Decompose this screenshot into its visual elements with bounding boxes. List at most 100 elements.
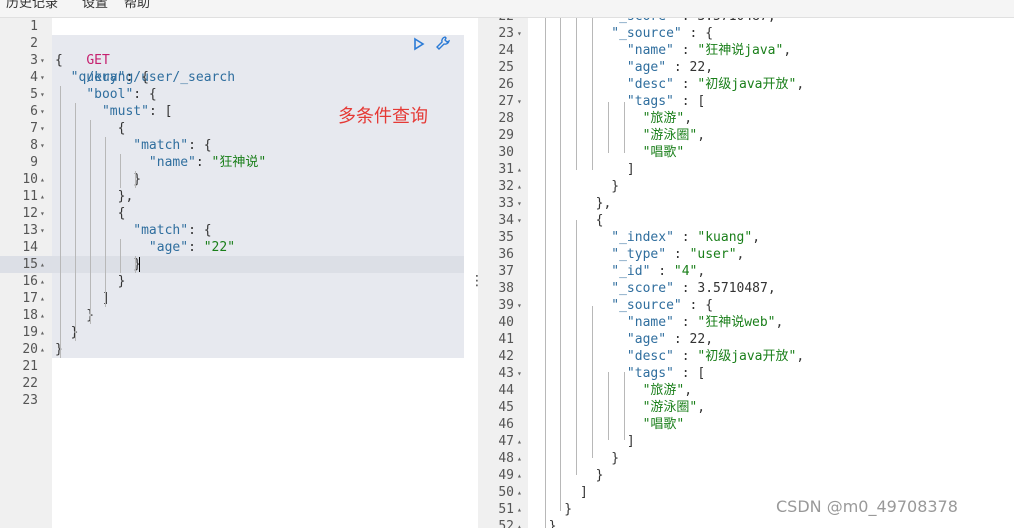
code-line[interactable]: "_score" : 3.5710487, xyxy=(533,280,775,297)
fold-arrow-down-icon[interactable]: ▾ xyxy=(40,205,45,222)
line-number: 4 xyxy=(30,70,38,85)
fold-arrow-down-icon[interactable]: ▾ xyxy=(517,297,522,314)
menu-help[interactable]: 帮助 xyxy=(124,0,150,11)
code-line[interactable]: "name" : "狂神说web", xyxy=(533,314,783,331)
fold-arrow-down-icon[interactable]: ▾ xyxy=(517,195,522,212)
code-line[interactable]: "query": { xyxy=(55,69,149,86)
code-line[interactable]: "name": "狂神说" xyxy=(55,154,266,171)
code-line[interactable]: ] xyxy=(533,161,635,178)
request-editor[interactable]: 1 2 3 4 5 6 7 8 9 10 11 12 13 14 15 16 17 18 19 20 21 22 23 ▾ ▾… xyxy=(0,18,468,528)
line-number: 12 xyxy=(22,206,38,221)
fold-arrow-down-icon[interactable]: ▾ xyxy=(40,103,45,120)
code-line[interactable]: "tags" : [ xyxy=(533,93,705,110)
line-number: 36 xyxy=(498,247,514,262)
code-line[interactable]: "旅游", xyxy=(533,110,692,127)
fold-arrow-up-icon[interactable]: ▴ xyxy=(517,433,522,450)
fold-arrow-down-icon[interactable]: ▾ xyxy=(517,93,522,110)
fold-arrow-down-icon[interactable]: ▾ xyxy=(40,69,45,86)
fold-arrow-down-icon[interactable]: ▾ xyxy=(517,25,522,42)
fold-arrow-up-icon[interactable]: ▴ xyxy=(40,341,45,358)
indent-guide xyxy=(608,102,609,153)
line-number: 46 xyxy=(498,417,514,432)
line-number: 43 xyxy=(498,366,514,381)
line-number: 26 xyxy=(498,77,514,92)
code-line[interactable]: } xyxy=(55,256,141,273)
code-line[interactable]: ] xyxy=(55,290,110,307)
fold-arrow-up-icon[interactable]: ▴ xyxy=(517,178,522,195)
watermark: CSDN @m0_49708378 xyxy=(776,497,958,516)
pane-splitter[interactable]: ⋮ xyxy=(469,18,484,528)
request-line[interactable]: GET /kuang/user/_search xyxy=(55,35,235,85)
line-number: 24 xyxy=(498,43,514,58)
line-number: 23 xyxy=(22,393,38,408)
code-line[interactable]: "age": "22" xyxy=(55,239,235,256)
line-number: 28 xyxy=(498,111,514,126)
fold-arrow-up-icon[interactable]: ▴ xyxy=(40,256,45,273)
fold-arrow-up-icon[interactable]: ▴ xyxy=(40,188,45,205)
code-line[interactable]: "_score" : 3.5710487, xyxy=(533,18,775,25)
fold-arrow-up-icon[interactable]: ▴ xyxy=(517,450,522,467)
fold-arrow-down-icon[interactable]: ▾ xyxy=(40,86,45,103)
code-line[interactable]: "_id" : "4", xyxy=(533,263,705,280)
fold-arrow-down-icon[interactable]: ▾ xyxy=(40,137,45,154)
line-number: 47 xyxy=(498,434,514,449)
fold-arrow-down-icon[interactable]: ▾ xyxy=(40,52,45,69)
code-line[interactable]: { xyxy=(55,52,63,69)
code-line[interactable]: "_index" : "kuang", xyxy=(533,229,760,246)
line-number: 37 xyxy=(498,264,514,279)
indent-guide xyxy=(624,372,625,440)
code-line[interactable]: "旅游", xyxy=(533,382,692,399)
fold-arrow-up-icon[interactable]: ▴ xyxy=(40,273,45,290)
fold-arrow-up-icon[interactable]: ▴ xyxy=(40,324,45,341)
code-line[interactable]: "match": { xyxy=(55,222,211,239)
code-line[interactable]: { xyxy=(533,212,604,229)
fold-arrow-up-icon[interactable]: ▴ xyxy=(517,501,522,518)
code-line[interactable]: "desc" : "初级java开放", xyxy=(533,76,804,93)
code-line[interactable]: ] xyxy=(533,433,635,450)
line-number: 38 xyxy=(498,281,514,296)
code-line[interactable]: } xyxy=(55,341,63,358)
code-line[interactable]: "must": [ xyxy=(55,103,172,120)
wrench-icon[interactable] xyxy=(435,36,451,55)
line-number: 8 xyxy=(30,138,38,153)
menu-settings[interactable]: 设置 xyxy=(82,0,108,11)
request-method: GET xyxy=(86,53,110,68)
indent-guide xyxy=(60,86,61,358)
code-line[interactable]: "match": { xyxy=(55,137,211,154)
fold-arrow-up-icon[interactable]: ▴ xyxy=(517,467,522,484)
fold-arrow-up-icon[interactable]: ▴ xyxy=(517,161,522,178)
play-icon[interactable] xyxy=(412,37,435,55)
code-line[interactable]: "desc" : "初级java开放", xyxy=(533,348,804,365)
line-number: 7 xyxy=(30,121,38,136)
fold-arrow-down-icon[interactable]: ▾ xyxy=(40,120,45,137)
code-line[interactable]: "name" : "狂神说java", xyxy=(533,42,791,59)
code-line[interactable]: }, xyxy=(55,188,134,205)
fold-arrow-up-icon[interactable]: ▴ xyxy=(40,290,45,307)
code-line[interactable]: } xyxy=(533,467,604,484)
line-number: 27 xyxy=(498,94,514,109)
line-number: 50 xyxy=(498,485,514,500)
fold-arrow-up-icon[interactable]: ▴ xyxy=(517,484,522,501)
code-line[interactable]: "游泳圈", xyxy=(533,127,705,144)
fold-arrow-up-icon[interactable]: ▴ xyxy=(40,307,45,324)
line-number: 14 xyxy=(22,240,38,255)
code-line[interactable]: "bool": { xyxy=(55,86,156,103)
text-cursor xyxy=(139,257,140,272)
fold-arrow-up-icon[interactable]: ▴ xyxy=(40,171,45,188)
code-line[interactable]: } xyxy=(55,171,141,188)
menu-history[interactable]: 历史记录 xyxy=(6,0,58,11)
code-line[interactable]: "游泳圈", xyxy=(533,399,705,416)
line-number: 25 xyxy=(498,60,514,75)
line-number: 32 xyxy=(498,179,514,194)
code-line[interactable]: "tags" : [ xyxy=(533,365,705,382)
request-actions xyxy=(412,35,451,52)
response-viewer[interactable]: 2223 24 25 26 27 28 29 30 31 32 33 34 35 36 37 38 39 40 41… xyxy=(478,18,1014,528)
fold-arrow-down-icon[interactable]: ▾ xyxy=(40,222,45,239)
fold-arrow-down-icon[interactable]: ▾ xyxy=(517,212,522,229)
line-number: 23 xyxy=(498,26,514,41)
code-line[interactable]: } xyxy=(533,501,572,518)
line-number: 10 xyxy=(22,172,38,187)
fold-arrow-down-icon[interactable]: ▾ xyxy=(517,365,522,382)
fold-arrow-up-icon[interactable]: ▴ xyxy=(517,518,522,528)
code-line[interactable]: "_type" : "user", xyxy=(533,246,744,263)
